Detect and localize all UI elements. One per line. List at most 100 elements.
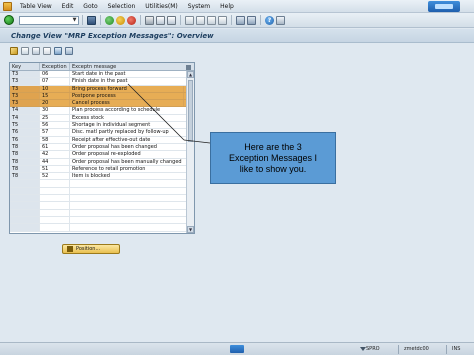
select-all-icon[interactable] <box>54 46 62 55</box>
command-field[interactable]: ▼ <box>19 15 79 25</box>
table-row[interactable] <box>10 209 194 217</box>
cell-key[interactable]: T3 <box>10 78 40 85</box>
copy-icon[interactable] <box>32 46 40 55</box>
table-row[interactable]: T8 52 Item is blocked <box>10 173 194 181</box>
cell-message[interactable]: Plan process according to schedule <box>70 107 184 113</box>
cell-exception[interactable]: 25 <box>40 114 70 122</box>
table-row[interactable]: T3 07 Finish date in the past <box>10 78 194 86</box>
cell-key[interactable]: T3 <box>10 92 40 100</box>
cell-key[interactable]: T8 <box>10 151 40 158</box>
cell-message[interactable]: Order proposal re-exploded <box>70 151 184 157</box>
table-row[interactable] <box>10 180 194 188</box>
cell-message[interactable] <box>70 217 184 223</box>
cell-key[interactable]: T4 <box>10 107 40 114</box>
cell-message[interactable] <box>70 202 184 208</box>
cancel-icon[interactable] <box>127 15 136 25</box>
help-icon[interactable]: ? <box>265 15 274 25</box>
print-icon[interactable] <box>145 15 154 25</box>
status-insert-mode[interactable]: INS <box>452 345 460 354</box>
cell-message[interactable] <box>70 188 184 194</box>
cell-message[interactable]: Order proposal has been manually changed <box>70 159 184 165</box>
scroll-thumb[interactable] <box>188 80 193 142</box>
table-row[interactable] <box>10 187 194 196</box>
cell-key[interactable] <box>10 209 40 216</box>
table-row[interactable]: T6 57 Disc. matl partly replaced by follow… <box>10 129 194 137</box>
cell-message[interactable]: Item is blocked <box>70 173 184 179</box>
cell-exception[interactable]: 58 <box>40 136 70 143</box>
cell-key[interactable] <box>10 216 40 224</box>
new-entries-icon[interactable] <box>21 46 29 55</box>
new-session-icon[interactable] <box>236 15 245 25</box>
menu-edit[interactable]: Edit <box>57 3 79 10</box>
save-icon[interactable] <box>87 15 96 25</box>
cell-exception[interactable]: 52 <box>40 173 70 180</box>
table-row[interactable]: T4 25 Excess stock <box>10 114 194 123</box>
cell-exception[interactable]: 61 <box>40 143 70 151</box>
cell-message[interactable]: Receipt after effective-out date <box>70 137 184 143</box>
sap-menu-icon[interactable] <box>3 1 12 11</box>
table-row[interactable]: T3 20 Cancel process <box>10 100 194 108</box>
cell-exception[interactable] <box>40 187 70 195</box>
prev-page-icon[interactable] <box>196 15 205 25</box>
cell-exception[interactable] <box>40 224 70 231</box>
table-row[interactable] <box>10 224 194 232</box>
cell-exception[interactable]: 15 <box>40 92 70 100</box>
menu-system[interactable]: System <box>183 3 215 10</box>
table-row[interactable]: T8 42 Order proposal re-exploded <box>10 151 194 159</box>
column-header-key[interactable]: Key <box>10 63 40 70</box>
menu-utilities[interactable]: Utilities(M) <box>140 3 182 10</box>
cell-key[interactable]: T8 <box>10 143 40 151</box>
vertical-scrollbar[interactable]: ▲ ▼ <box>186 71 194 233</box>
cell-key[interactable]: T3 <box>10 71 40 78</box>
table-row[interactable]: T4 30 Plan process according to schedule <box>10 107 194 115</box>
cell-message[interactable]: Finish date in the past <box>70 78 184 84</box>
cell-key[interactable] <box>10 224 40 231</box>
menu-table-view[interactable]: Table View <box>15 3 57 10</box>
menu-goto[interactable]: Goto <box>78 3 102 10</box>
table-row[interactable] <box>10 216 194 225</box>
chevron-down-icon[interactable]: ▼ <box>71 17 78 24</box>
cell-key[interactable]: T3 <box>10 100 40 107</box>
cell-message[interactable]: Disc. matl partly replaced by follow-up <box>70 129 184 135</box>
cell-exception[interactable]: 06 <box>40 71 70 78</box>
cell-key[interactable] <box>10 202 40 209</box>
cell-exception[interactable] <box>40 209 70 216</box>
table-row[interactable] <box>10 195 194 203</box>
cell-message[interactable] <box>70 210 184 216</box>
cell-message[interactable]: Reference to retail promotion <box>70 166 184 172</box>
cell-message[interactable] <box>70 180 184 186</box>
table-row[interactable]: T3 06 Start date in the past <box>10 71 194 79</box>
cell-message[interactable]: Cancel process <box>70 100 184 107</box>
ok-icon[interactable] <box>4 15 14 25</box>
cell-message[interactable]: Excess stock <box>70 115 184 121</box>
cell-exception[interactable]: 51 <box>40 165 70 173</box>
scroll-up-icon[interactable]: ▲ <box>187 71 194 78</box>
table-row[interactable]: T8 44 Order proposal has been manually cha… <box>10 158 194 166</box>
cell-exception[interactable]: 07 <box>40 78 70 85</box>
table-row[interactable]: T8 51 Reference to retail promotion <box>10 165 194 174</box>
position-button[interactable]: Position... <box>62 244 120 254</box>
table-row[interactable]: T8 61 Order proposal has been changed <box>10 143 194 152</box>
cell-message[interactable]: Bring process forward <box>70 85 184 92</box>
cell-exception[interactable]: 57 <box>40 129 70 136</box>
cell-exception[interactable] <box>40 216 70 224</box>
cell-exception[interactable]: 44 <box>40 158 70 165</box>
cell-key[interactable]: T6 <box>10 136 40 143</box>
cell-exception[interactable]: 30 <box>40 107 70 114</box>
cell-key[interactable]: T8 <box>10 165 40 173</box>
table-row[interactable]: T3 10 Bring process forward <box>10 85 194 93</box>
cell-key[interactable]: T6 <box>10 129 40 136</box>
exit-icon[interactable] <box>116 15 125 25</box>
cell-message[interactable] <box>70 224 184 230</box>
cell-exception[interactable] <box>40 180 70 187</box>
menu-help[interactable]: Help <box>215 3 239 10</box>
back-icon[interactable] <box>105 15 114 25</box>
cell-message[interactable]: Postpone process <box>70 92 184 100</box>
layout-icon[interactable] <box>276 15 285 25</box>
column-header-message[interactable]: Exceptn message <box>70 63 184 70</box>
find-icon[interactable] <box>156 15 165 25</box>
cell-exception[interactable]: 10 <box>40 85 70 92</box>
cell-key[interactable]: T3 <box>10 85 40 92</box>
cell-key[interactable]: T8 <box>10 173 40 180</box>
first-page-icon[interactable] <box>185 15 194 25</box>
